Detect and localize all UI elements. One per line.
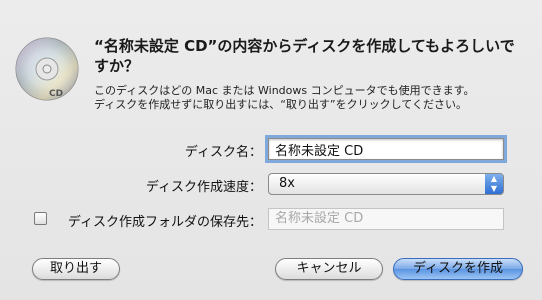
info-line-1: このディスクはどの Mac または Windows コンピュータでも使用できます… bbox=[94, 84, 475, 97]
eject-button[interactable]: 取り出す bbox=[32, 258, 120, 280]
disc-name-field[interactable] bbox=[265, 135, 507, 163]
burn-button[interactable]: ディスクを作成 bbox=[393, 258, 523, 280]
save-folder-field: 名称未設定 CD bbox=[268, 208, 504, 230]
disc-name-label: ディスク名： bbox=[184, 145, 262, 160]
disc-name-input[interactable] bbox=[269, 139, 503, 159]
burn-speed-popup[interactable]: 8x ▲ ▼ bbox=[268, 173, 504, 195]
burn-speed-label: ディスク作成速度： bbox=[145, 180, 262, 195]
dialog-info: このディスクはどの Mac または Windows コンピュータでも使用できます… bbox=[94, 84, 534, 112]
cancel-button[interactable]: キャンセル bbox=[275, 258, 383, 280]
dialog-title: “名称未設定 CD”の内容からディスクを作成してもよろしいですか？ bbox=[94, 37, 515, 75]
burn-disc-dialog: CD “名称未設定 CD”の内容からディスクを作成してもよろしいですか？ このデ… bbox=[0, 0, 542, 300]
info-line-2: ディスクを作成せずに取り出すには、“取り出す”をクリックしてください。 bbox=[94, 98, 467, 111]
svg-text:CD: CD bbox=[49, 89, 63, 99]
save-folder-checkbox[interactable] bbox=[34, 212, 47, 225]
cd-disc-icon: CD bbox=[15, 37, 79, 101]
burn-speed-value: 8x bbox=[279, 176, 295, 191]
updown-arrows-icon: ▲ ▼ bbox=[485, 174, 503, 194]
save-folder-label: ディスク作成フォルダの保存先： bbox=[67, 215, 262, 230]
